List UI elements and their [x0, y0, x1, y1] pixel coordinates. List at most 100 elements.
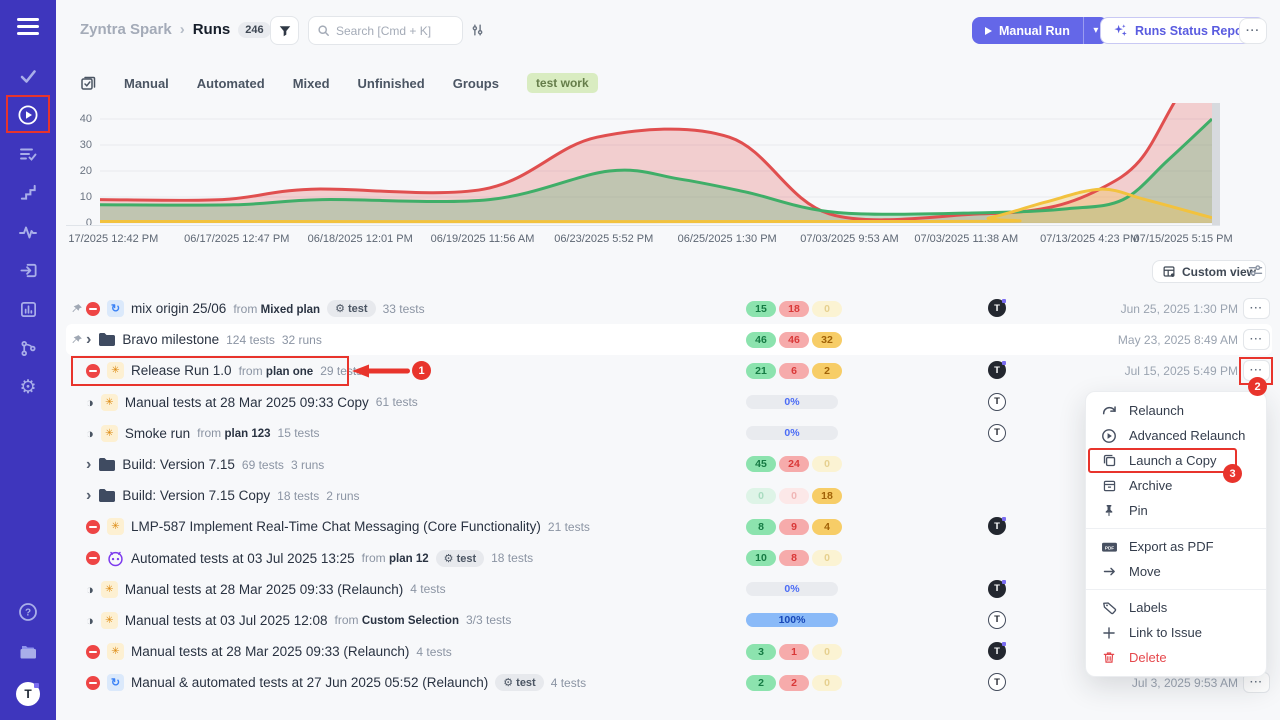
sidebar-item-milestones[interactable] [0, 173, 56, 212]
sidebar-item-settings[interactable]: ⚙ [0, 368, 56, 407]
tab-mixed[interactable]: Mixed [293, 76, 330, 91]
table-row[interactable]: ↻mix origin 25/06from Mixed plantest33 t… [66, 293, 1272, 324]
run-title[interactable]: Bravo milestone [122, 332, 219, 347]
chart-baseline [66, 225, 1220, 226]
y-tick: 20 [64, 165, 92, 177]
progress-bar: 0% [746, 426, 838, 440]
menu-item-labels[interactable]: Labels [1086, 595, 1266, 620]
result-count-pills: 0018 [746, 488, 842, 504]
x-tick: 06/23/2025 5:52 PM [554, 233, 653, 245]
tab-unfinished[interactable]: Unfinished [358, 76, 425, 91]
red-count-pill: 8 [779, 550, 809, 566]
menu-item-advanced-relaunch[interactable]: Advanced Relaunch [1086, 423, 1266, 448]
sidebar-item-activity[interactable] [0, 212, 56, 251]
menu-icon[interactable] [17, 18, 39, 39]
tab-automated[interactable]: Automated [197, 76, 265, 91]
run-tests-count: 15 tests [278, 426, 320, 440]
run-title[interactable]: LMP-587 Implement Real-Time Chat Messagi… [131, 519, 541, 534]
projects-button[interactable] [18, 643, 39, 666]
table-row[interactable]: ✳Release Run 1.0from plan one29 tests216… [66, 355, 1272, 386]
x-tick: 06/17/2025 12:47 PM [184, 233, 289, 245]
assignee-avatar[interactable]: T [988, 424, 1006, 442]
assignee-avatar[interactable]: T [988, 611, 1006, 629]
expand-chevron-icon[interactable]: › [86, 457, 91, 473]
sidebar-item-reports[interactable] [0, 290, 56, 329]
menu-item-pin[interactable]: Pin [1086, 498, 1266, 523]
run-from-plan: from Mixed plan [233, 302, 320, 316]
manual-run-icon: ✳ [101, 581, 118, 598]
red-count-pill: 46 [779, 332, 809, 348]
assignee-avatar[interactable]: T [988, 580, 1006, 598]
run-tag[interactable]: test [436, 550, 484, 567]
y-tick: 30 [64, 139, 92, 151]
run-runs-count: 32 runs [282, 333, 322, 347]
filter-button[interactable] [270, 16, 299, 45]
menu-item-delete[interactable]: Delete [1086, 645, 1266, 670]
expand-chevron-icon[interactable]: › [86, 332, 91, 348]
breadcrumb: Zyntra Spark › Runs 246 [80, 21, 271, 38]
expand-chevron-icon[interactable]: › [86, 488, 91, 504]
run-title[interactable]: Build: Version 7.15 Copy [122, 488, 270, 503]
group-by-icon[interactable] [80, 75, 96, 91]
chart-scrollbar[interactable] [1212, 103, 1220, 225]
run-tag[interactable]: test [495, 674, 543, 691]
assignee-avatar[interactable]: T [988, 299, 1006, 317]
red-count-pill: 24 [779, 456, 809, 472]
run-title[interactable]: Build: Version 7.15 [122, 457, 235, 472]
run-runs-count: 2 runs [326, 489, 359, 503]
help-button[interactable]: ? [18, 602, 38, 627]
sidebar-item-dashboard[interactable] [0, 56, 56, 95]
assignee-avatar[interactable]: T [988, 673, 1006, 691]
yellow-count-pill: 32 [812, 332, 842, 348]
run-title[interactable]: mix origin 25/06 [131, 301, 226, 316]
menu-item-relaunch[interactable]: Relaunch [1086, 398, 1266, 423]
run-more-button[interactable]: ··· [1243, 329, 1270, 350]
sidebar-item-requirements[interactable] [0, 251, 56, 290]
list-settings-icon[interactable] [1248, 264, 1263, 282]
tab-manual[interactable]: Manual [124, 76, 169, 91]
breadcrumb-project[interactable]: Zyntra Spark [80, 21, 172, 38]
manual-run-split-button: Manual Run ▾ [972, 17, 1108, 44]
run-more-button[interactable]: ··· [1243, 298, 1270, 319]
sidebar-item-test-cases[interactable] [0, 134, 56, 173]
run-title[interactable]: Smoke run [125, 426, 190, 441]
sidebar-item-runs[interactable] [0, 95, 56, 134]
sidebar: ⚙ ? T [0, 0, 56, 720]
run-tag[interactable]: test [327, 300, 375, 317]
run-title[interactable]: Manual tests at 28 Mar 2025 09:33 Copy [125, 395, 369, 410]
bar-chart-icon [19, 300, 38, 319]
search-input[interactable] [336, 24, 451, 38]
assignee-avatar[interactable]: T [988, 517, 1006, 535]
run-title[interactable]: Manual tests at 28 Mar 2025 09:33 (Relau… [131, 644, 409, 659]
svg-text:PDF: PDF [1104, 545, 1113, 550]
run-more-button[interactable]: ··· [1243, 360, 1270, 381]
blocked-status-icon [86, 551, 100, 565]
search-settings-icon[interactable] [470, 23, 485, 42]
user-avatar[interactable]: T [16, 682, 40, 706]
run-title[interactable]: Automated tests at 03 Jul 2025 13:25 [131, 551, 355, 566]
menu-item-export-as-pdf[interactable]: PDFExport as PDF [1086, 534, 1266, 559]
menu-item-link-to-issue[interactable]: Link to Issue [1086, 620, 1266, 645]
green-count-pill: 0 [746, 488, 776, 504]
sign-in-icon [19, 261, 38, 280]
assignee-avatar[interactable]: T [988, 361, 1006, 379]
assignee-avatar[interactable]: T [988, 642, 1006, 660]
filter-tag-test-work[interactable]: test work [527, 73, 598, 93]
run-title[interactable]: Manual & automated tests at 27 Jun 2025 … [131, 675, 488, 690]
green-count-pill: 2 [746, 675, 776, 691]
blocked-status-icon [86, 302, 100, 316]
run-title[interactable]: Release Run 1.0 [131, 363, 232, 378]
menu-item-launch-a-copy[interactable]: Launch a Copy3 [1086, 448, 1266, 473]
green-count-pill: 46 [746, 332, 776, 348]
assignee-avatar[interactable]: T [988, 393, 1006, 411]
run-title[interactable]: Manual tests at 28 Mar 2025 09:33 (Relau… [125, 582, 403, 597]
table-row[interactable]: ›Bravo milestone124 tests32 runs464632Ma… [66, 324, 1272, 355]
tab-groups[interactable]: Groups [453, 76, 499, 91]
manual-run-button[interactable]: Manual Run [972, 17, 1083, 44]
sidebar-item-traceability[interactable] [0, 329, 56, 368]
x-tick: 06/18/2025 12:01 PM [308, 233, 413, 245]
menu-item-move[interactable]: Move [1086, 559, 1266, 584]
header-more-button[interactable]: ··· [1239, 18, 1267, 44]
run-title[interactable]: Manual tests at 03 Jul 2025 12:08 [125, 613, 328, 628]
blocked-status-icon [86, 364, 100, 378]
